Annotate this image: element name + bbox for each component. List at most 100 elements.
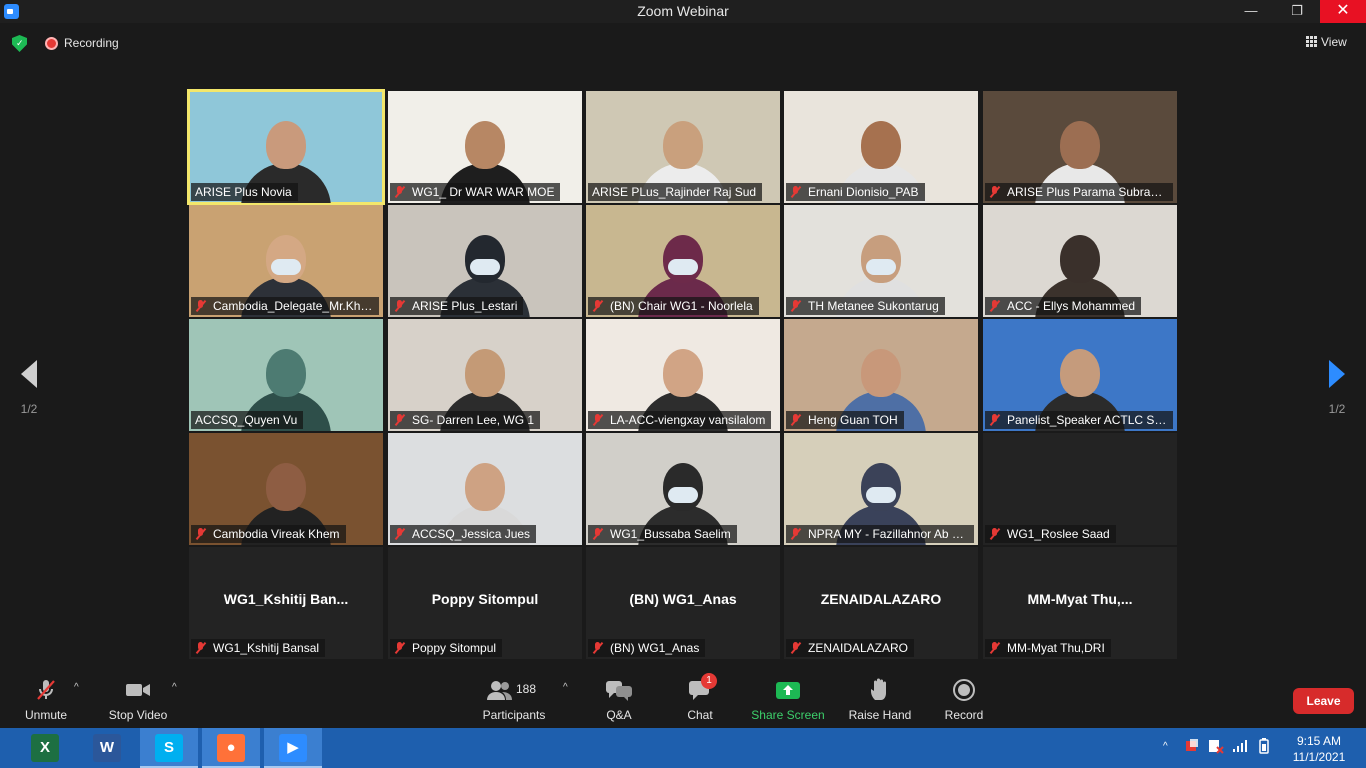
raise-hand-icon [869,678,891,702]
audio-options-caret[interactable]: ^ [74,682,79,693]
participant-name-plate: ACCSQ_Jessica Jues [390,525,537,543]
share-screen-button[interactable]: Share Screen [750,678,826,722]
participant-tile[interactable]: ACC - Ellys Mohammed [983,205,1177,317]
participant-tile[interactable]: Cambodia Vireak Khem [189,433,383,545]
participant-tile[interactable]: ARISE Plus Parama Subramaniam [983,91,1177,203]
participant-name-plate: WG1_Roslee Saad [985,525,1116,543]
maximize-button[interactable]: ❐ [1274,0,1320,23]
leave-button[interactable]: Leave [1293,688,1354,714]
recording-label: Recording [64,36,119,50]
system-clock[interactable]: 9:15 AM 11/1/2021 [1286,733,1352,765]
participant-name: Cambodia_Delegate_Mr.Khemra [213,299,373,313]
participant-tile[interactable]: ACCSQ_Jessica Jues [388,433,582,545]
participant-name-plate: NPRA MY - Fazillahnor Ab Rahim [786,525,974,543]
page-indicator-right: 1/2 [1328,402,1346,416]
taskbar-app-zoom[interactable]: ▶ [264,728,322,768]
participant-name: (BN) WG1_Anas [610,641,700,655]
view-button[interactable]: View [1306,35,1347,49]
recording-icon [45,37,58,50]
participant-tile[interactable]: ARISE Plus_Lestari [388,205,582,317]
signal-icon[interactable] [1232,738,1248,757]
muted-mic-icon [989,414,1001,426]
participant-tile[interactable]: WG1_Bussaba Saelim [586,433,780,545]
network-error-icon[interactable] [1208,738,1224,757]
face-mask [470,259,500,275]
muted-mic-icon [989,186,1001,198]
participant-name: Cambodia Vireak Khem [213,527,340,541]
close-button[interactable]: ✕ [1320,0,1366,23]
checkmark-icon: ✓ [16,38,24,48]
muted-mic-icon [195,300,207,312]
participants-button[interactable]: 188 Participants [480,678,548,722]
tray-app-icon[interactable] [1184,738,1200,757]
minimize-button[interactable]: — [1228,0,1274,23]
muted-mic-icon [394,300,406,312]
muted-mic-icon [195,642,207,654]
participant-name-plate: TH Metanee Sukontarug [786,297,945,315]
participant-tile[interactable]: WG1_Roslee Saad [983,433,1177,545]
participant-tile[interactable]: LA-ACC-viengxay vansilalom [586,319,780,431]
no-video-display-name: ZENAIDALAZARO [820,591,942,607]
participant-tile[interactable]: Panelist_Speaker ACTLC Suchada [983,319,1177,431]
participant-tile[interactable]: SG- Darren Lee, WG 1 [388,319,582,431]
face-mask [271,259,301,275]
participant-name-plate: Cambodia_Delegate_Mr.Khemra [191,297,379,315]
face-mask [866,259,896,275]
video-options-caret[interactable]: ^ [172,682,177,693]
participant-tile[interactable]: Ernani Dionisio_PAB [784,91,978,203]
participant-tile[interactable]: ZENAIDALAZARO ZENAIDALAZARO [784,547,978,659]
muted-mic-icon [394,414,406,426]
participant-name: Poppy Sitompul [412,641,497,655]
taskbar-app-firefox[interactable]: ● [202,728,260,768]
chat-button[interactable]: 1 Chat [680,673,720,722]
participant-name-plate: WG1_Kshitij Bansal [191,639,326,657]
stop-video-button[interactable]: Stop Video [104,678,172,722]
taskbar-app-skype[interactable]: S [140,728,198,768]
participant-tile[interactable]: NPRA MY - Fazillahnor Ab Rahim [784,433,978,545]
participant-tile[interactable]: Poppy Sitompul Poppy Sitompul [388,547,582,659]
gallery-grid: ARISE Plus Novia WG1_ Dr WAR WAR MOE ARISE… [187,89,1177,659]
participant-tile[interactable]: WG1_ Dr WAR WAR MOE [388,91,582,203]
participant-name-plate: ACCSQ_Quyen Vu [191,411,304,429]
participant-name: SG- Darren Lee, WG 1 [412,413,535,427]
participant-tile[interactable]: ARISE PLus_Rajinder Raj Sud [586,91,780,203]
next-page-button[interactable]: 1/2 [1322,360,1352,416]
muted-mic-icon [394,186,406,198]
zoom-icon: ▶ [279,734,307,762]
participant-tile[interactable]: ARISE Plus Novia [187,89,385,205]
participant-name-plate: Poppy Sitompul [390,639,503,657]
qa-bubbles-icon [605,678,633,702]
participant-name: ARISE Plus Novia [195,185,292,199]
raise-hand-button[interactable]: Raise Hand [848,678,912,722]
unmute-button[interactable]: Unmute [14,678,78,722]
page-indicator-left: 1/2 [20,402,38,416]
skype-icon: S [155,734,183,762]
participants-label: Participants [482,708,546,722]
stop-video-label: Stop Video [108,708,168,722]
participant-tile[interactable]: WG1_Kshitij Ban... WG1_Kshitij Bansal [189,547,383,659]
participant-name-plate: (BN) WG1_Anas [588,639,706,657]
zoom-webinar-window: Zoom Webinar — ❐ ✕ ✓ Recording View 1/2 … [0,0,1366,768]
record-button[interactable]: Record [942,678,986,722]
participant-tile[interactable]: TH Metanee Sukontarug [784,205,978,317]
participant-name: LA-ACC-viengxay vansilalom [610,413,766,427]
participant-name-plate: (BN) Chair WG1 - Noorlela [588,297,759,315]
participant-tile[interactable]: (BN) Chair WG1 - Noorlela [586,205,780,317]
participant-tile[interactable]: MM-Myat Thu,... MM-Myat Thu,DRI [983,547,1177,659]
participant-name: WG1_ Dr WAR WAR MOE [412,185,555,199]
battery-icon[interactable] [1256,738,1272,757]
participant-tile[interactable]: ACCSQ_Quyen Vu [189,319,383,431]
participant-name-plate: Cambodia Vireak Khem [191,525,346,543]
participant-tile[interactable]: Cambodia_Delegate_Mr.Khemra [189,205,383,317]
tray-chevron[interactable]: ^ [1163,741,1168,752]
participants-options-caret[interactable]: ^ [563,682,568,693]
participant-name: ARISE PLus_Rajinder Raj Sud [592,185,757,199]
participant-tile[interactable]: Heng Guan TOH [784,319,978,431]
qa-button[interactable]: Q&A [598,678,640,722]
participant-name-plate: ARISE Plus Parama Subramaniam [985,183,1173,201]
participant-tile[interactable]: (BN) WG1_Anas (BN) WG1_Anas [586,547,780,659]
participant-name-plate: ARISE PLus_Rajinder Raj Sud [588,183,763,201]
taskbar-app-excel[interactable]: X [16,728,74,768]
taskbar-app-word[interactable]: W [78,728,136,768]
previous-page-button[interactable]: 1/2 [14,360,44,416]
